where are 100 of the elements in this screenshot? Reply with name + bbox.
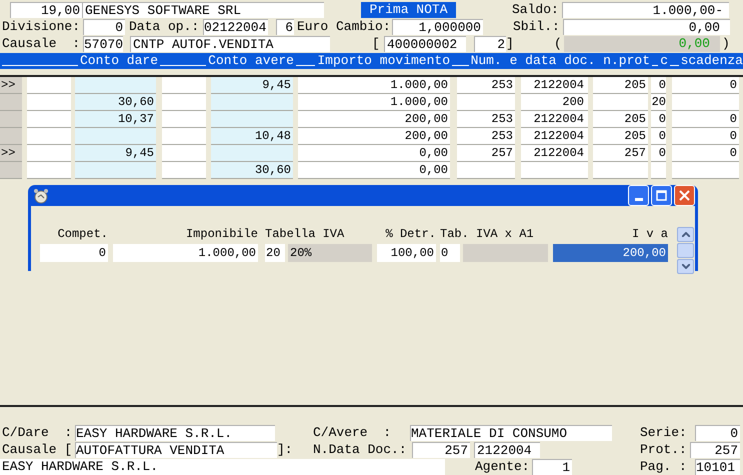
- date-cell[interactable]: 2122004: [521, 145, 588, 162]
- date-cell[interactable]: 200: [521, 94, 588, 111]
- protocol-cell[interactable]: [593, 162, 648, 179]
- debit-cell[interactable]: 9,45: [75, 145, 156, 162]
- input-field[interactable]: 1.000,00: [113, 244, 258, 262]
- scroll-down-button[interactable]: [677, 259, 694, 274]
- amount-cell[interactable]: 1.000,00: [298, 94, 450, 111]
- number-cell[interactable]: 257: [457, 145, 515, 162]
- causale-description-field[interactable]: CNTP AUTOF.VENDITA: [130, 36, 330, 52]
- date-cell[interactable]: 2122004: [521, 77, 588, 94]
- saldo-field[interactable]: 1.000,00-: [562, 2, 729, 18]
- input-field[interactable]: 100,00: [377, 244, 436, 262]
- number-cell[interactable]: 253: [457, 77, 515, 94]
- number-cell[interactable]: 253: [457, 128, 515, 145]
- amount-cell[interactable]: 1.000,00: [298, 77, 450, 94]
- credit-cell[interactable]: 30,60: [211, 162, 293, 179]
- code-cell[interactable]: 0: [651, 77, 666, 94]
- payment-field[interactable]: 10101: [695, 458, 740, 474]
- due-date-cell[interactable]: 0: [672, 77, 739, 94]
- protocol-cell[interactable]: 205: [593, 111, 648, 128]
- debit-cell[interactable]: 10,37: [75, 111, 156, 128]
- code-cell[interactable]: 20: [651, 94, 666, 111]
- debit-cell[interactable]: [75, 77, 156, 94]
- exchange-rate-field[interactable]: 1,000000: [392, 19, 483, 35]
- credit-cell[interactable]: [211, 94, 293, 111]
- date-cell[interactable]: 2122004: [521, 128, 588, 145]
- date-field[interactable]: 02122004: [203, 19, 268, 35]
- table-cell[interactable]: [162, 77, 206, 94]
- number-cell[interactable]: [457, 162, 515, 179]
- table-cell[interactable]: [27, 94, 71, 111]
- protocol-cell[interactable]: 205: [593, 128, 648, 145]
- debit-cell[interactable]: [75, 162, 156, 179]
- date-cell[interactable]: 2122004: [521, 111, 588, 128]
- code-field[interactable]: 20: [265, 244, 285, 262]
- input-field[interactable]: 0: [40, 244, 108, 262]
- number-cell[interactable]: 253: [457, 111, 515, 128]
- due-date-cell[interactable]: [672, 162, 739, 179]
- table-cell[interactable]: [27, 145, 71, 162]
- number-cell[interactable]: [457, 94, 515, 111]
- credit-cell[interactable]: 10,48: [211, 128, 293, 145]
- causale-code-field[interactable]: 57070: [83, 36, 123, 52]
- close-button[interactable]: [674, 185, 695, 206]
- protocol-field[interactable]: 257: [690, 442, 740, 458]
- debit-cell[interactable]: [75, 128, 156, 145]
- division-field[interactable]: 0: [83, 19, 125, 35]
- field-label: N.Data Doc.:: [313, 440, 408, 459]
- credit-cell[interactable]: 9,45: [211, 77, 293, 94]
- field-label: Data op.:: [129, 19, 200, 35]
- credit-cell[interactable]: [211, 111, 293, 128]
- debit-cell[interactable]: 30,60: [75, 94, 156, 111]
- input-field[interactable]: 200,00: [553, 244, 668, 262]
- imbalance-field[interactable]: 0,00: [563, 19, 730, 35]
- amount-cell[interactable]: 200,00: [298, 111, 450, 128]
- column-header: Tab. IVA x A1: [440, 226, 535, 243]
- column-header: % Detr.: [384, 226, 436, 243]
- field-label: C/Dare :: [1, 424, 74, 442]
- row-marker: [0, 162, 22, 179]
- code-field[interactable]: 0: [440, 244, 460, 262]
- table-cell[interactable]: [162, 128, 206, 145]
- maximize-button[interactable]: [651, 185, 672, 206]
- document-number-field[interactable]: 257: [412, 442, 470, 458]
- table-cell[interactable]: [162, 111, 206, 128]
- amount-field[interactable]: 19,00: [10, 2, 82, 18]
- minimize-button[interactable]: [628, 185, 649, 206]
- agent-field[interactable]: 1: [532, 458, 572, 474]
- credit-cell[interactable]: [211, 145, 293, 162]
- debit-account-field[interactable]: EASY HARDWARE S.R.L.: [75, 424, 275, 440]
- scroll-thumb[interactable]: [677, 243, 694, 258]
- credit-account-field[interactable]: MATERIALE DI CONSUMO: [410, 424, 612, 440]
- series-field[interactable]: 0: [695, 424, 740, 440]
- table-cell[interactable]: [27, 162, 71, 179]
- code-cell[interactable]: [651, 162, 666, 179]
- currency-field[interactable]: 6: [276, 19, 294, 35]
- amount-cell[interactable]: 0,00: [298, 162, 450, 179]
- company-field[interactable]: GENESYS SOFTWARE SRL: [82, 2, 324, 18]
- scroll-up-button[interactable]: [677, 227, 694, 242]
- customer-field[interactable]: EASY HARDWARE S.R.L.: [0, 458, 445, 474]
- reference-field[interactable]: 400000002: [384, 36, 466, 52]
- protocol-cell[interactable]: [593, 94, 648, 111]
- table-cell[interactable]: [162, 94, 206, 111]
- due-date-cell[interactable]: 0: [672, 111, 739, 128]
- protocol-cell[interactable]: 205: [593, 77, 648, 94]
- due-date-cell[interactable]: 0: [672, 145, 739, 162]
- due-date-cell[interactable]: 0: [672, 128, 739, 145]
- table-cell[interactable]: [27, 77, 71, 94]
- amount-cell[interactable]: 200,00: [298, 128, 450, 145]
- table-cell[interactable]: [162, 145, 206, 162]
- table-cell[interactable]: [27, 111, 71, 128]
- document-date-field[interactable]: 2122004: [474, 442, 540, 458]
- table-cell[interactable]: [162, 162, 206, 179]
- date-cell[interactable]: [521, 162, 588, 179]
- due-date-cell[interactable]: [672, 94, 739, 111]
- table-cell[interactable]: [27, 128, 71, 145]
- code-cell[interactable]: 0: [651, 111, 666, 128]
- code-cell[interactable]: 0: [651, 145, 666, 162]
- protocol-cell[interactable]: 257: [593, 145, 648, 162]
- causale-field[interactable]: AUTOFATTURA VENDITA: [75, 442, 277, 458]
- amount-cell[interactable]: 0,00: [298, 145, 450, 162]
- code-cell[interactable]: 0: [651, 128, 666, 145]
- reference-number-field[interactable]: 2: [474, 36, 506, 52]
